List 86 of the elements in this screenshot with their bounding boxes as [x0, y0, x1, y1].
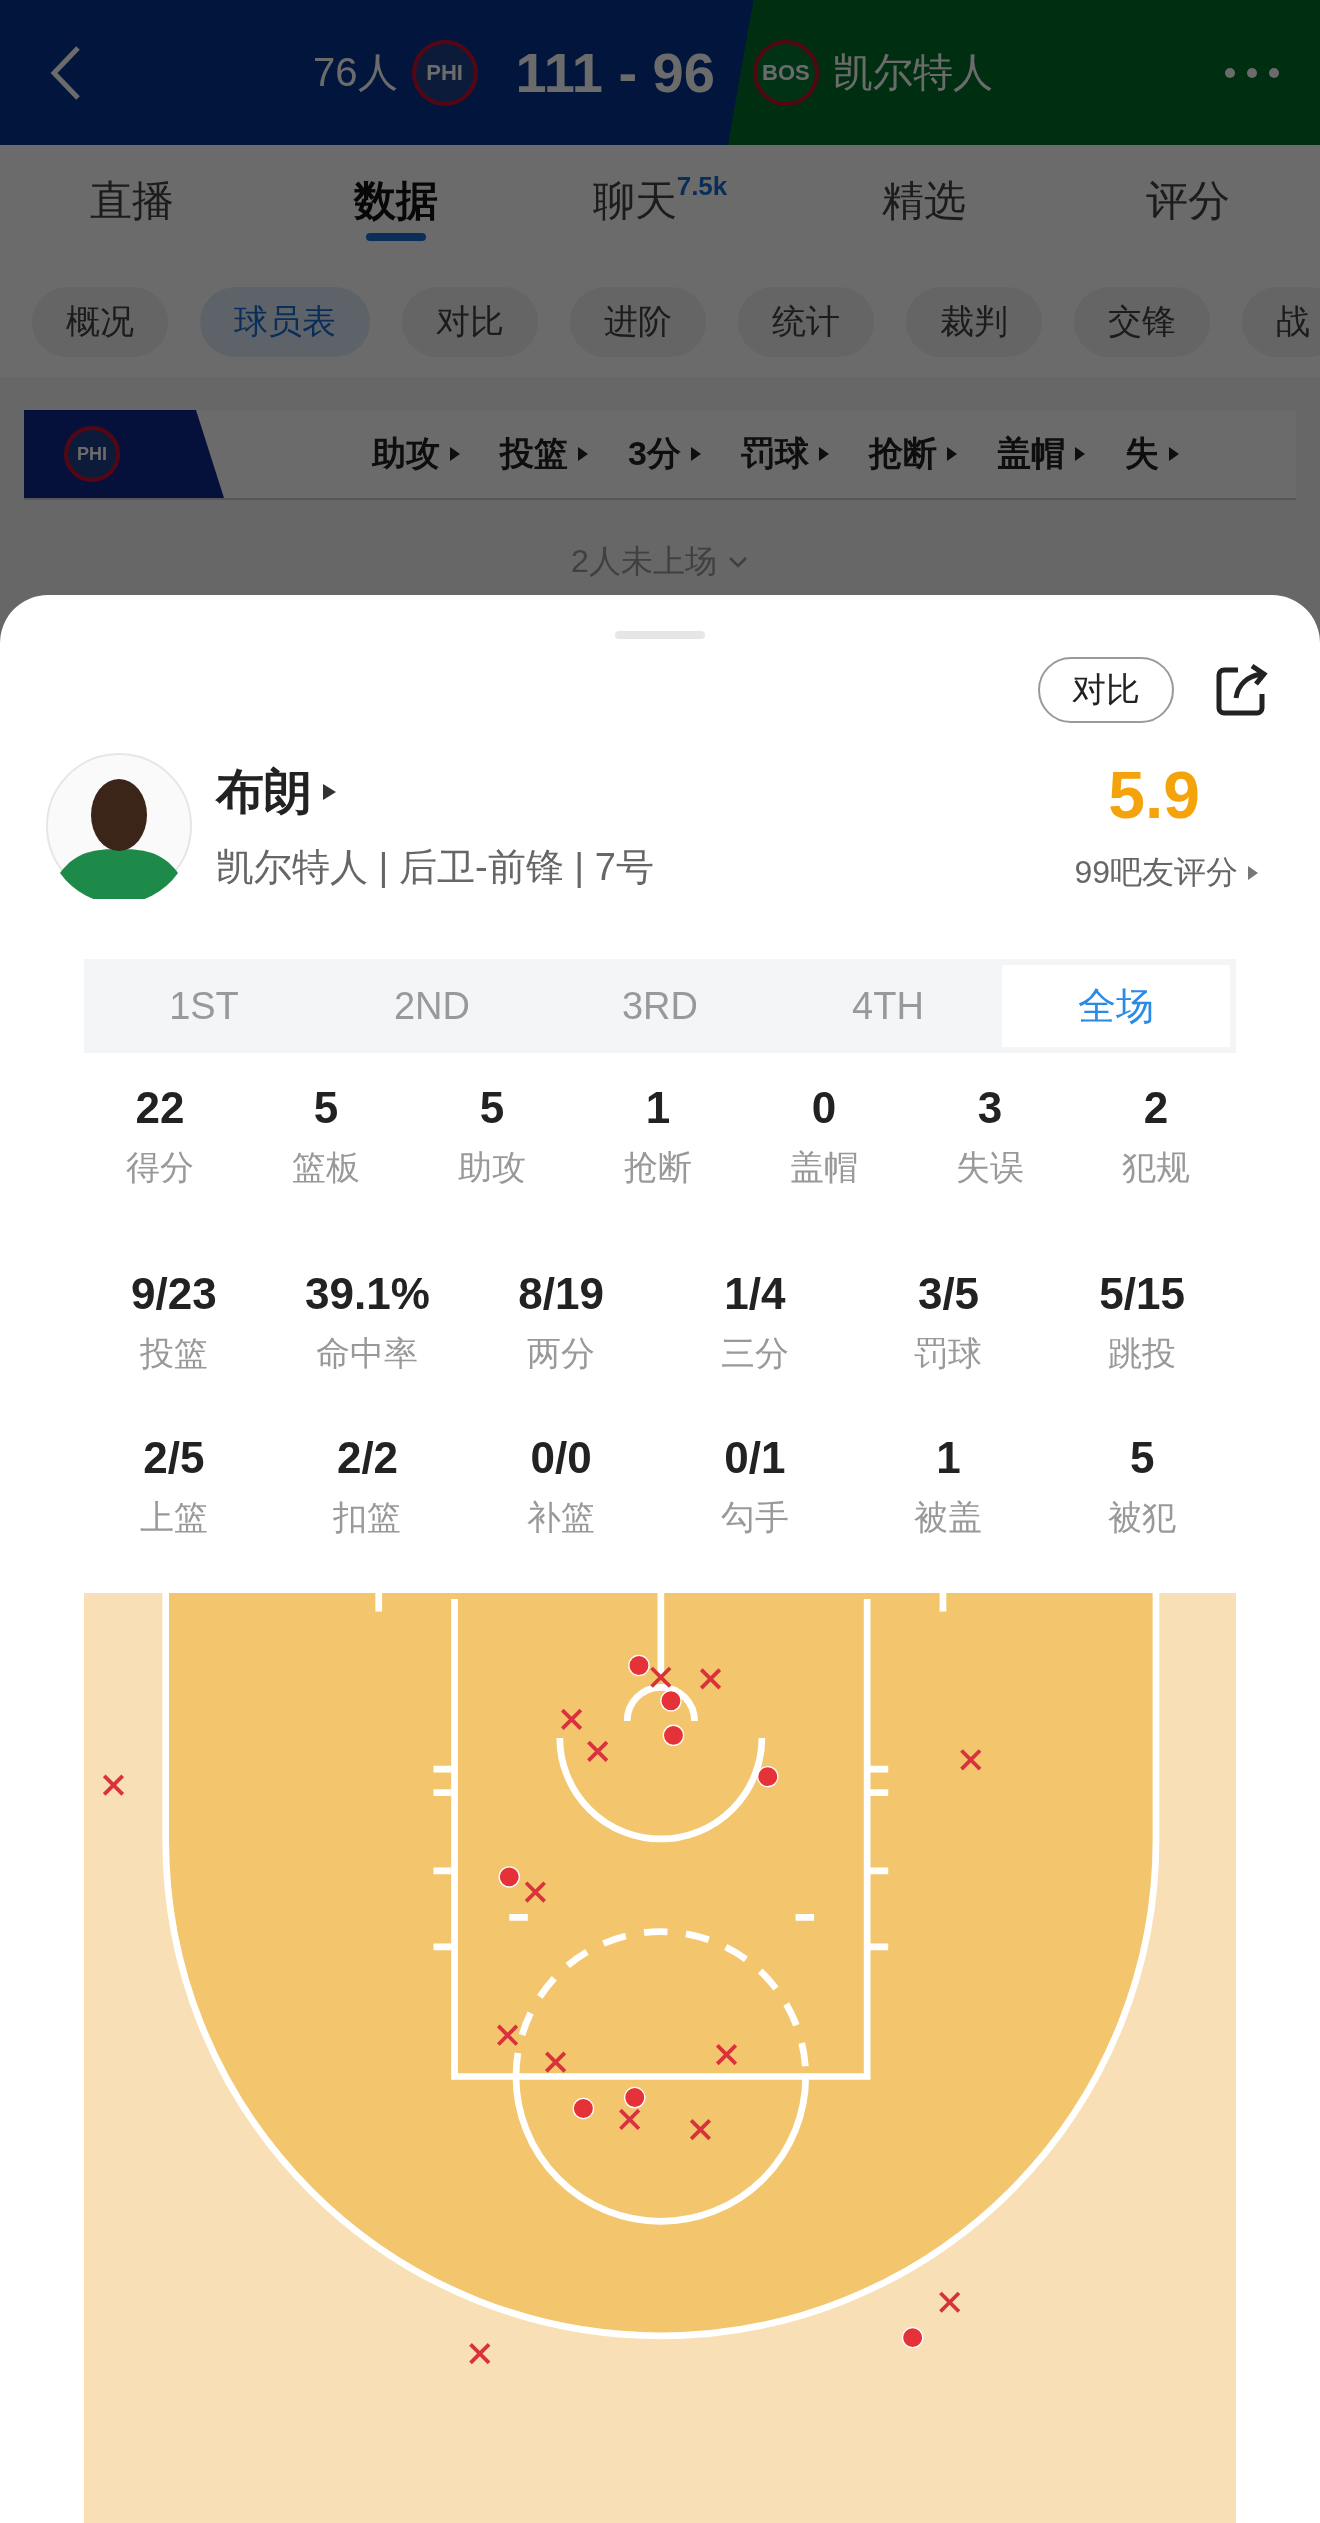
team-logo: PHI	[411, 39, 478, 106]
stat-value: 3	[977, 1083, 1003, 1133]
drag-handle[interactable]	[615, 631, 705, 639]
caret-icon	[1166, 445, 1181, 463]
stat-value: 3/5	[917, 1269, 980, 1319]
tab[interactable]: 直播	[0, 145, 264, 257]
stat-value: 2/2	[336, 1433, 399, 1483]
period-tab[interactable]: 1ST	[90, 965, 318, 1047]
column-header[interactable]: 助攻	[372, 431, 462, 477]
stat-label: 抢断	[624, 1147, 692, 1188]
filter-chip[interactable]: 交锋	[1074, 287, 1210, 357]
stat-value: 5	[313, 1083, 339, 1133]
filter-chip[interactable]: 对比	[402, 287, 538, 357]
compare-button[interactable]: 对比	[1038, 657, 1174, 723]
stat-value: 0	[811, 1083, 837, 1133]
stat-value: 5	[1129, 1433, 1155, 1483]
player-name[interactable]: 布朗	[216, 759, 312, 824]
tab[interactable]: 精选	[792, 145, 1056, 257]
filter-chip[interactable]: 统计	[738, 287, 874, 357]
period-tab[interactable]: 2ND	[318, 965, 546, 1047]
stat-label: 罚球	[914, 1333, 983, 1374]
stat-value: 8/19	[518, 1269, 604, 1319]
tab[interactable]: 聊天$^{7.5k}$	[528, 145, 792, 257]
tab[interactable]: 数据	[264, 145, 528, 257]
stat-value: 1	[645, 1083, 671, 1133]
stat-label: 勾手	[720, 1497, 789, 1538]
team-name: 76人	[313, 49, 398, 96]
column-header[interactable]: 失	[1124, 431, 1181, 477]
score: 111 - 96	[515, 40, 715, 105]
stat-label: 篮板	[292, 1147, 360, 1188]
stat-label: 两分	[527, 1333, 596, 1374]
stat-label: 跳投	[1108, 1333, 1177, 1374]
column-header[interactable]: 抢断	[868, 431, 959, 477]
player-info: 凯尔特人 | 后卫-前锋 | 7号	[216, 844, 655, 890]
stat-value: 22	[135, 1083, 185, 1133]
stat-value: 5	[479, 1083, 505, 1133]
team-name: 凯尔特人	[832, 49, 993, 96]
stat-label: 被盖	[914, 1497, 983, 1538]
share-icon[interactable]	[1214, 662, 1270, 718]
filter-chip[interactable]: 球员表	[200, 287, 370, 357]
stat-label: 得分	[126, 1147, 194, 1188]
rating-score: 5.9	[1108, 757, 1200, 833]
caret-icon	[816, 445, 831, 463]
more-icon[interactable]	[1224, 66, 1280, 79]
caret-icon	[448, 445, 462, 463]
team-logo: BOS	[752, 39, 819, 106]
stat-label: 犯规	[1122, 1147, 1190, 1188]
team-logo: PHI	[64, 426, 120, 482]
stat-value: 0/0	[530, 1433, 592, 1483]
stat-value: 5/15	[1099, 1269, 1185, 1319]
caret-icon	[576, 445, 590, 463]
filter-chip[interactable]: 裁判	[906, 287, 1042, 357]
stat-label: 投篮	[139, 1333, 208, 1374]
stat-value: 2	[1143, 1083, 1169, 1133]
period-tab[interactable]: 3RD	[546, 965, 774, 1047]
column-header[interactable]: 3分	[628, 431, 703, 477]
stat-label: 被犯	[1108, 1497, 1177, 1538]
stat-label: 命中率	[316, 1333, 419, 1374]
stat-label: 盖帽	[790, 1147, 858, 1188]
column-header[interactable]: 罚球	[740, 431, 831, 477]
column-header[interactable]: 盖帽	[996, 431, 1087, 477]
stat-label: 扣篮	[333, 1497, 402, 1538]
caret-icon	[1072, 445, 1087, 463]
period-tab[interactable]: 4TH	[774, 965, 1002, 1047]
stat-value: 9/23	[131, 1269, 217, 1319]
stat-value: 0/1	[724, 1433, 786, 1483]
arrow-icon	[1246, 864, 1260, 882]
stat-label: 补篮	[527, 1497, 596, 1538]
stat-label: 助攻	[458, 1147, 526, 1188]
stat-value: 2/5	[143, 1433, 205, 1483]
tab[interactable]: 评分	[1056, 145, 1320, 257]
stat-value: 39.1%	[305, 1269, 430, 1319]
stat-label: 三分	[720, 1333, 789, 1374]
chevron-icon	[726, 555, 749, 569]
stat-value: 1	[936, 1433, 961, 1483]
caret-icon	[944, 445, 959, 463]
stat-label: 失误	[956, 1147, 1024, 1188]
stat-value: 1/4	[724, 1269, 786, 1319]
filter-chip[interactable]: 战	[1242, 287, 1320, 357]
stat-label: 上篮	[139, 1497, 208, 1538]
column-header[interactable]: 投篮	[500, 431, 590, 477]
period-tab[interactable]: 全场	[1002, 965, 1230, 1047]
rating-note[interactable]: 99吧友评分	[1074, 851, 1238, 895]
filter-chip[interactable]: 概况	[32, 287, 168, 357]
caret-icon	[688, 445, 703, 463]
filter-chip[interactable]: 进阶	[570, 287, 706, 357]
